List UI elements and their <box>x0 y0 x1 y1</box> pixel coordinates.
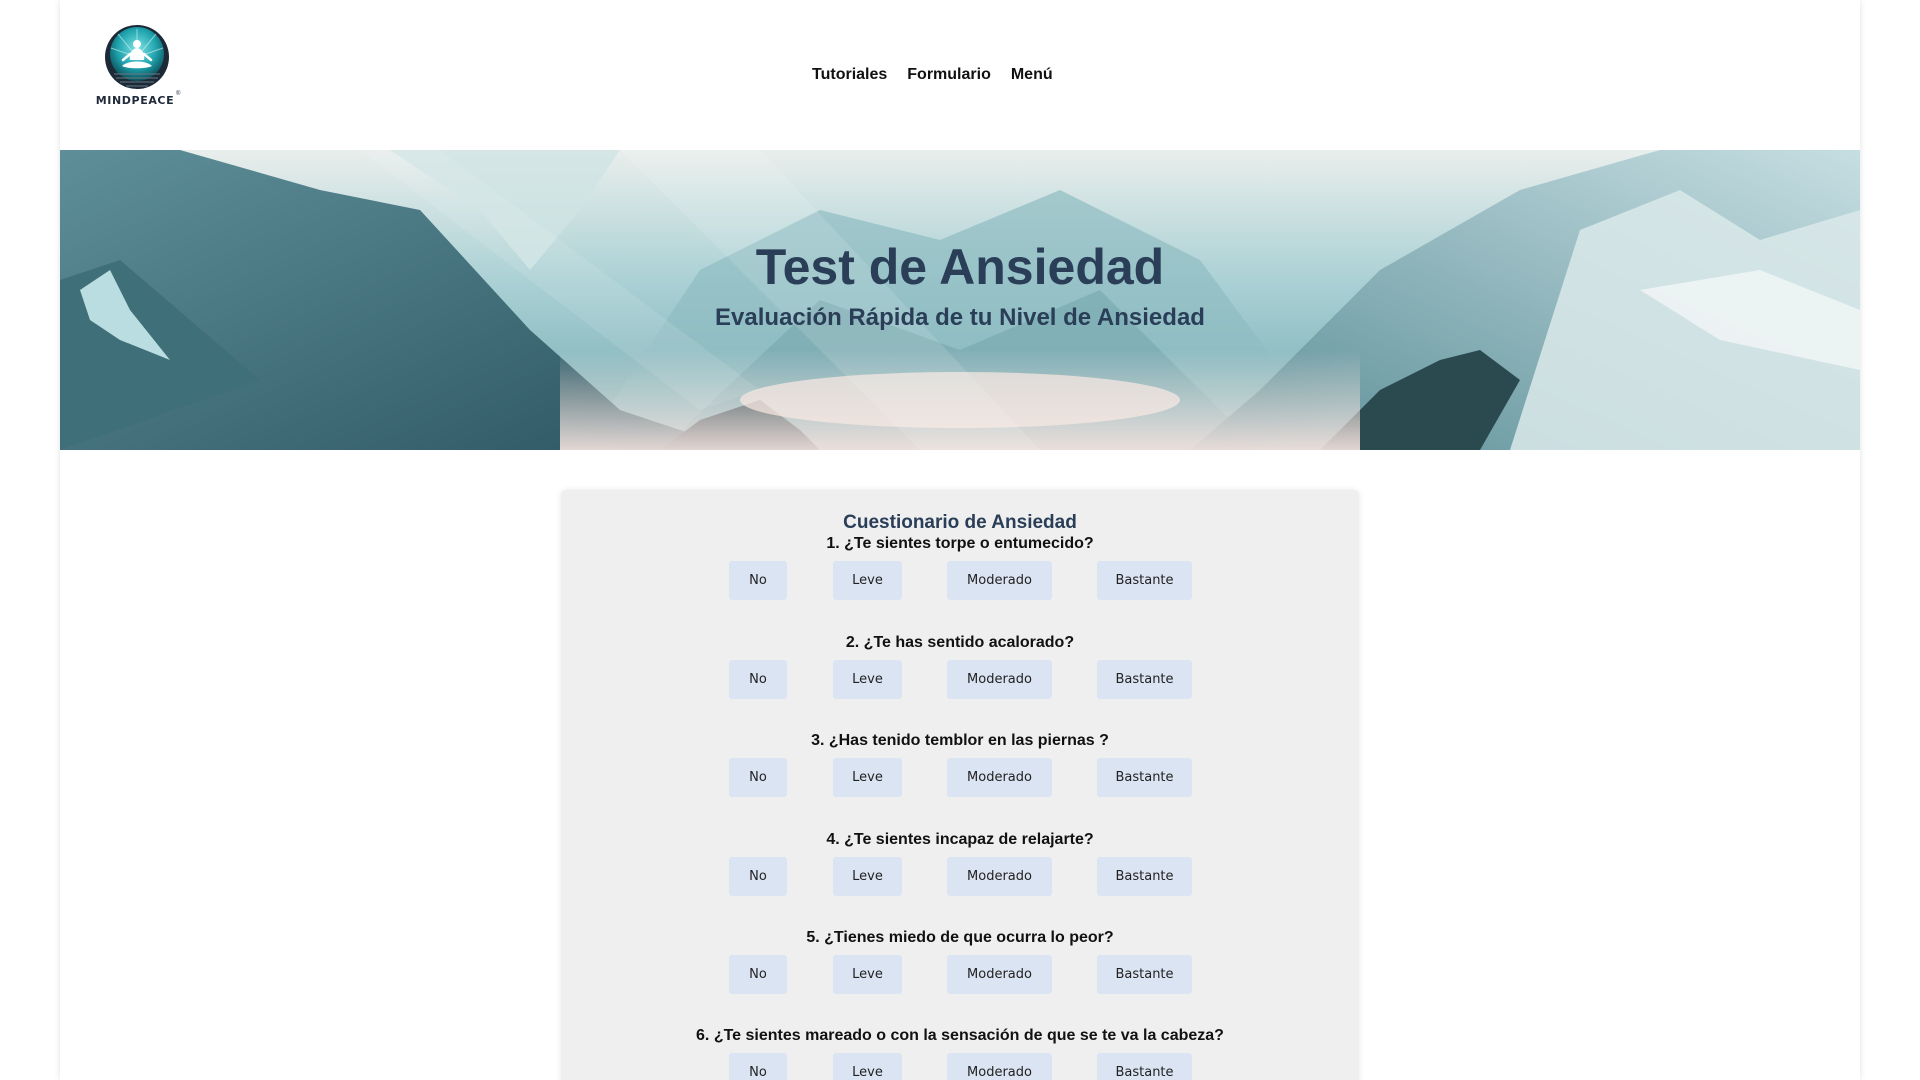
hero-banner: Test de Ansiedad Evaluación Rápida de tu… <box>60 150 1860 450</box>
question-text: 6. ¿Te sientes mareado o con la sensació… <box>696 1027 1224 1044</box>
meditating-figure-icon <box>105 25 169 89</box>
registered-mark: ® <box>176 91 181 97</box>
question-item: 2. ¿Te has sentido acalorado? No Leve Mo… <box>561 633 1359 700</box>
answer-options: No Leve Moderado Bastante <box>561 758 1359 798</box>
nav-menu[interactable]: Menú <box>1011 66 1053 84</box>
answer-options: No Leve Moderado Bastante <box>561 561 1359 601</box>
question-text: 3. ¿Has tenido temblor en las piernas ? <box>811 732 1109 749</box>
option-leve-button[interactable]: Leve <box>833 561 902 600</box>
brand-logo[interactable]: MINDPEACE ® <box>92 24 182 114</box>
answer-options: No Leve Moderado Bastante <box>561 955 1359 995</box>
question-item: 5. ¿Tienes miedo de que ocurra lo peor? … <box>561 928 1359 995</box>
option-moderado-button[interactable]: Moderado <box>947 758 1052 797</box>
option-bastante-button[interactable]: Bastante <box>1097 561 1192 600</box>
option-leve-button[interactable]: Leve <box>833 857 902 896</box>
question-item: 4. ¿Te sientes incapaz de relajarte? No … <box>561 830 1359 897</box>
main-nav: Tutoriales Formulario Menú <box>812 66 1053 84</box>
answer-options: No Leve Moderado Bastante <box>561 1053 1359 1080</box>
question-text: 1. ¿Te sientes torpe o entumecido? <box>826 535 1094 552</box>
brand-name: MINDPEACE <box>95 94 175 107</box>
nav-tutoriales[interactable]: Tutoriales <box>812 66 887 84</box>
option-moderado-button[interactable]: Moderado <box>947 955 1052 994</box>
option-bastante-button[interactable]: Bastante <box>1097 857 1192 896</box>
option-no-button[interactable]: No <box>729 857 787 896</box>
option-no-button[interactable]: No <box>729 758 787 797</box>
question-item: 1. ¿Te sientes torpe o entumecido? No Le… <box>561 534 1359 601</box>
questionnaire-card: Cuestionario de Ansiedad 1. ¿Te sientes … <box>561 490 1359 1080</box>
page-subtitle: Evaluación Rápida de tu Nivel de Ansieda… <box>715 304 1205 331</box>
option-leve-button[interactable]: Leve <box>833 758 902 797</box>
page-title: Test de Ansiedad <box>755 239 1165 295</box>
option-bastante-button[interactable]: Bastante <box>1097 758 1192 797</box>
site-header: MINDPEACE ® Tutoriales Formulario Menú <box>60 0 1860 150</box>
answer-options: No Leve Moderado Bastante <box>561 857 1359 897</box>
question-text: 4. ¿Te sientes incapaz de relajarte? <box>826 831 1094 848</box>
questionnaire-title: Cuestionario de Ansiedad <box>843 512 1077 533</box>
question-item: 3. ¿Has tenido temblor en las piernas ? … <box>561 731 1359 798</box>
option-no-button[interactable]: No <box>729 561 787 600</box>
option-leve-button[interactable]: Leve <box>833 955 902 994</box>
question-text: 2. ¿Te has sentido acalorado? <box>845 634 1075 651</box>
option-leve-button[interactable]: Leve <box>833 660 902 699</box>
question-text: 5. ¿Tienes miedo de que ocurra lo peor? <box>806 929 1114 946</box>
page: MINDPEACE ® Tutoriales Formulario Menú T… <box>60 0 1860 1080</box>
nav-formulario[interactable]: Formulario <box>907 66 991 84</box>
option-moderado-button[interactable]: Moderado <box>947 857 1052 896</box>
option-moderado-button[interactable]: Moderado <box>947 561 1052 600</box>
answer-options: No Leve Moderado Bastante <box>561 660 1359 700</box>
option-moderado-button[interactable]: Moderado <box>947 1053 1052 1080</box>
option-no-button[interactable]: No <box>729 1053 787 1080</box>
option-moderado-button[interactable]: Moderado <box>947 660 1052 699</box>
option-no-button[interactable]: No <box>729 955 787 994</box>
option-no-button[interactable]: No <box>729 660 787 699</box>
option-bastante-button[interactable]: Bastante <box>1097 1053 1192 1080</box>
option-bastante-button[interactable]: Bastante <box>1097 660 1192 699</box>
mountain-landscape-image <box>60 150 1860 450</box>
option-leve-button[interactable]: Leve <box>833 1053 902 1080</box>
option-bastante-button[interactable]: Bastante <box>1097 955 1192 994</box>
question-item: 6. ¿Te sientes mareado o con la sensació… <box>561 1026 1359 1080</box>
